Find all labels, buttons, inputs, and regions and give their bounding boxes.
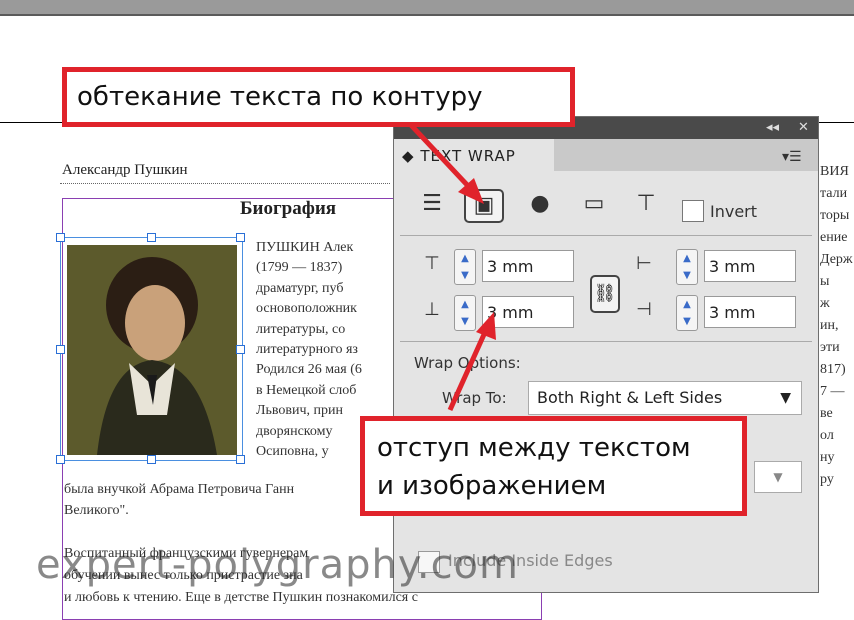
selection-handle[interactable]	[147, 233, 156, 242]
left-offset-icon: ⊢	[636, 253, 652, 274]
body-line: дворянскому	[256, 423, 333, 439]
body-line: в Немецкой слоб	[256, 382, 357, 398]
author-underline	[60, 183, 390, 184]
right-column-line: торы	[820, 208, 850, 223]
jump-next-column-button[interactable]: ⊤	[628, 189, 664, 219]
link-offsets-icon[interactable]: ⛓	[590, 275, 620, 313]
right-column-line: ин,	[820, 318, 839, 333]
body-line: основоположник	[256, 301, 357, 317]
callout-wrap-contour: обтекание текста по контуру	[62, 67, 575, 127]
right-offset-icon: ⊣	[636, 299, 652, 320]
invert-label: Invert	[710, 202, 758, 221]
body-line: и любовь к чтению. Еще в детстве Пушкин …	[64, 590, 418, 605]
right-column-line: Держ	[820, 252, 853, 267]
selection-handle[interactable]	[236, 455, 245, 464]
contour-type-select[interactable]: ▼	[754, 461, 802, 493]
selection-handle[interactable]	[236, 345, 245, 354]
watermark: expert-polygraphy.com	[36, 542, 519, 588]
right-offset-stepper[interactable]: ▲ ▼	[676, 295, 698, 331]
panel-tab-strip	[554, 139, 818, 171]
right-column-line: 817)	[820, 362, 846, 377]
right-column-line: ж	[820, 296, 830, 311]
body-line: литературы, со	[256, 321, 346, 337]
jump-object-button[interactable]: ▭	[576, 189, 612, 219]
collapse-icon[interactable]: ◂◂	[766, 120, 779, 135]
right-offset-field[interactable]: 3 mm	[704, 296, 796, 328]
right-column-line: эти	[820, 340, 840, 355]
top-offset-stepper[interactable]: ▲ ▼	[454, 249, 476, 285]
invert-checkbox[interactable]	[682, 200, 704, 222]
body-line: (1799 — 1837)	[256, 260, 343, 276]
callout-offset: отступ между текстом и изображением	[360, 416, 747, 516]
chevron-down-icon: ▼	[773, 470, 783, 484]
body-line: литературного яз	[256, 342, 358, 357]
callout-offset-line1: отступ между текстом	[377, 433, 691, 463]
left-offset-field[interactable]: 3 mm	[704, 250, 796, 282]
wrap-to-select[interactable]: Both Right & Left Sides ▼	[528, 381, 802, 415]
doc-heading: Биография	[240, 198, 337, 219]
close-icon[interactable]: ✕	[798, 120, 809, 135]
right-column-line: ол	[820, 428, 834, 443]
top-divider	[0, 14, 854, 16]
body-line: Великого".	[64, 503, 129, 518]
body-line: Осиповна, у	[256, 444, 329, 459]
right-column-line: тали	[820, 186, 848, 201]
selection-handle[interactable]	[236, 233, 245, 242]
selection-handle[interactable]	[56, 233, 65, 242]
right-column-line: ве	[820, 406, 833, 421]
panel-divider	[400, 235, 812, 236]
callout-arrow-bottom	[447, 312, 496, 412]
body-line: драматург, пуб	[256, 280, 344, 296]
body-line: была внучкой Абрама Петровича Ганн	[64, 482, 295, 497]
left-offset-stepper[interactable]: ▲ ▼	[676, 249, 698, 285]
wrap-to-value: Both Right & Left Sides	[537, 388, 723, 407]
body-line: Львович, прин	[256, 403, 344, 419]
right-column-line: ы	[820, 274, 830, 289]
wrap-object-shape-button[interactable]: ●	[522, 189, 558, 219]
selection-handle[interactable]	[56, 455, 65, 464]
top-offset-icon: ⊤	[424, 253, 440, 274]
body-line: ПУШКИН Алек	[256, 240, 354, 255]
callout-arrow-top	[408, 122, 484, 204]
portrait-image[interactable]	[67, 245, 237, 455]
panel-menu-icon[interactable]: ▾☰	[782, 149, 802, 165]
callout-offset-line2: и изображением	[377, 471, 607, 501]
right-column-line: ру	[820, 472, 834, 487]
right-column-line: ВИЯ	[820, 164, 849, 179]
right-column-line: ну	[820, 450, 835, 465]
top-bar	[0, 0, 854, 14]
portrait-drawing	[67, 245, 237, 455]
selection-handle[interactable]	[56, 345, 65, 354]
right-column-line: ение	[820, 230, 848, 245]
chevron-down-icon: ▼	[780, 390, 791, 406]
top-offset-field[interactable]: 3 mm	[482, 250, 574, 282]
right-column-line: 7 —	[820, 384, 845, 399]
author-line: Александр Пушкин	[62, 162, 188, 178]
selection-handle[interactable]	[147, 455, 156, 464]
body-line: Родился 26 мая (6	[256, 362, 362, 378]
